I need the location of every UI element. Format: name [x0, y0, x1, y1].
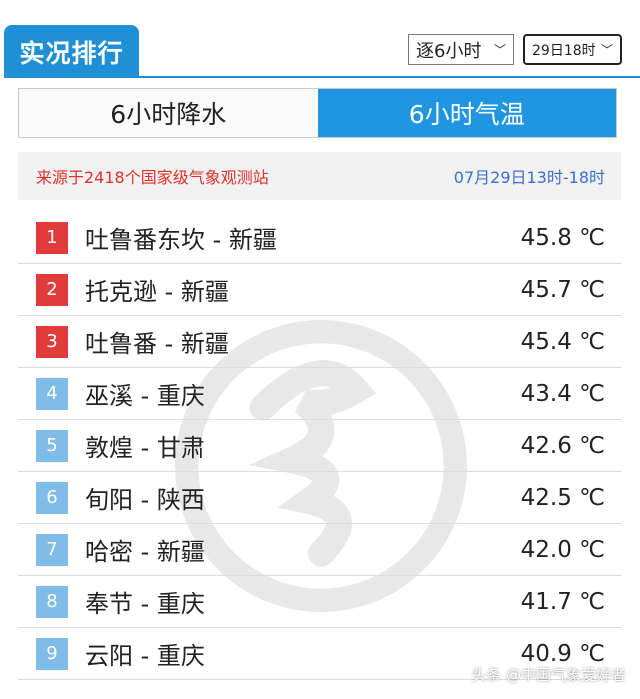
ranking-row[interactable]: 6 旬阳 - 陕西 42.5 ℃	[18, 472, 621, 524]
rank-badge: 8	[36, 585, 68, 618]
source-text: 来源于2418个国家级气象观测站	[36, 168, 269, 187]
header-divider	[4, 76, 640, 78]
station-name: 巫溪 - 重庆	[85, 382, 205, 410]
tab-temperature[interactable]: 6小时气温	[317, 89, 616, 137]
page-title: 实况排行	[4, 25, 139, 78]
temperature-value: 42.0 ℃	[520, 536, 605, 563]
rank-badge: 9	[36, 637, 68, 670]
temperature-value: 43.4 ℃	[520, 380, 605, 407]
temperature-value: 42.6 ℃	[520, 432, 605, 459]
interval-select-value: 逐6小时	[416, 40, 482, 62]
rank-badge: 6	[36, 481, 68, 514]
time-select-value: 29日18时	[532, 42, 596, 59]
rank-badge: 1	[36, 221, 68, 254]
temperature-value: 42.5 ℃	[520, 484, 605, 511]
header: 实况排行 逐6小时 ﹀ 29日18时 ﹀	[0, 0, 640, 78]
ranking-row[interactable]: 8 奉节 - 重庆 41.7 ℃	[18, 576, 621, 628]
station-name: 吐鲁番东坎 - 新疆	[85, 226, 277, 254]
temperature-value: 45.4 ℃	[520, 328, 605, 355]
station-name: 奉节 - 重庆	[85, 590, 205, 618]
temperature-value: 41.7 ℃	[520, 588, 605, 615]
temperature-value: 45.8 ℃	[520, 224, 605, 251]
station-name: 敦煌 - 甘肃	[85, 434, 205, 462]
ranking-row[interactable]: 2 托克逊 - 新疆 45.7 ℃	[18, 264, 621, 316]
tab-precipitation[interactable]: 6小时降水	[19, 89, 318, 137]
station-name: 托克逊 - 新疆	[85, 278, 229, 306]
rank-badge: 4	[36, 377, 68, 410]
station-name: 吐鲁番 - 新疆	[85, 330, 229, 358]
interval-select[interactable]: 逐6小时 ﹀	[408, 34, 514, 65]
ranking-row[interactable]: 4 巫溪 - 重庆 43.4 ℃	[18, 368, 621, 420]
station-name: 旬阳 - 陕西	[85, 486, 205, 514]
rank-badge: 7	[36, 533, 68, 566]
chevron-down-icon: ﹀	[493, 43, 506, 57]
station-name: 哈密 - 新疆	[85, 538, 205, 566]
rank-badge: 3	[36, 325, 68, 358]
rank-badge: 2	[36, 273, 68, 306]
ranking-list: 1 吐鲁番东坎 - 新疆 45.8 ℃ 2 托克逊 - 新疆 45.7 ℃ 3 …	[18, 212, 621, 680]
ranking-row[interactable]: 5 敦煌 - 甘肃 42.6 ℃	[18, 420, 621, 472]
ranking-row[interactable]: 1 吐鲁番东坎 - 新疆 45.8 ℃	[18, 212, 621, 264]
source-bar: 来源于2418个国家级气象观测站 07月29日13时-18时	[18, 152, 621, 200]
ranking-row[interactable]: 3 吐鲁番 - 新疆 45.4 ℃	[18, 316, 621, 368]
temperature-value: 40.9 ℃	[520, 640, 605, 667]
chevron-down-icon: ﹀	[600, 43, 613, 57]
ranking-row[interactable]: 7 哈密 - 新疆 42.0 ℃	[18, 524, 621, 576]
time-select[interactable]: 29日18时 ﹀	[523, 34, 622, 65]
station-name: 云阳 - 重庆	[85, 642, 205, 670]
temperature-value: 45.7 ℃	[520, 276, 605, 303]
credit-watermark: 头条 @中国气象爱好者	[471, 666, 626, 684]
metric-tabs: 6小时降水 6小时气温	[18, 88, 617, 138]
time-range: 07月29日13时-18时	[453, 168, 605, 187]
rank-badge: 5	[36, 429, 68, 462]
